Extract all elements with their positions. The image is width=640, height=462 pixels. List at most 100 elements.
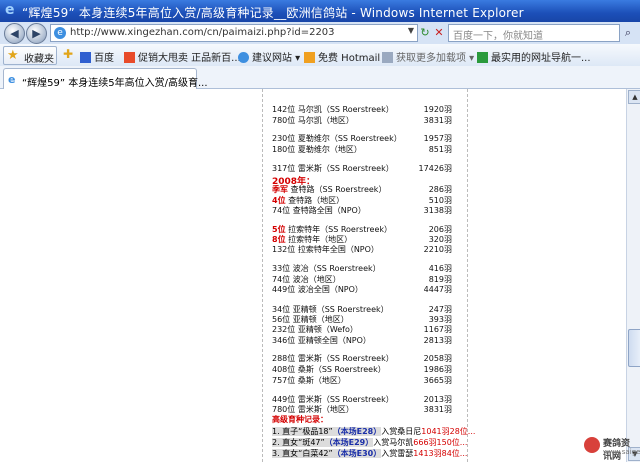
result-rank: 780位	[272, 405, 296, 414]
fav-item-nav[interactable]: 最实用的网址导航一...	[477, 49, 591, 64]
result-race: 亚精顿（SS Roerstreek）	[290, 305, 389, 314]
watermark-site: www.saige.com	[603, 448, 640, 456]
result-race: 桑斯（地区）	[295, 376, 346, 385]
result-row: 780位 马尔凯（地区） 3831羽	[272, 115, 452, 126]
watermark-logo: 赛鸽资讯网 www.saige.com	[584, 434, 640, 462]
result-rank: 5位	[272, 225, 286, 234]
address-dropdown-icon[interactable]: ▼	[408, 26, 414, 35]
result-race: 桑斯（SS Roerstreek）	[295, 365, 386, 374]
page-right-border	[467, 89, 468, 462]
shop-icon	[124, 52, 135, 63]
result-row: 232位 亚精顿（Wefo） 1167羽	[272, 324, 452, 335]
page-icon: e	[54, 27, 66, 39]
fav-item-baidu[interactable]: 百度	[80, 49, 114, 64]
result-race: 雷米斯（地区）	[295, 405, 354, 414]
result-rank: 780位	[272, 116, 296, 125]
result-rank: 56位	[272, 315, 291, 324]
breeding-ring: （本场E30）	[332, 449, 382, 458]
result-row: 408位 桑斯（SS Roerstreek） 1986羽	[272, 364, 452, 375]
breeding-bird: 3. 直女“白菜42”	[272, 449, 333, 458]
favorites-button[interactable]: ★ 收藏夹	[3, 46, 57, 65]
result-race: 亚精顿（地区）	[290, 315, 349, 324]
result-count: 1920羽	[423, 105, 452, 114]
result-rank: 346位	[272, 336, 296, 345]
result-race: 波冶全国（NPO）	[295, 285, 363, 294]
address-toolbar: ◀ ▶ e http://www.xingezhan.com/cn/paimai…	[0, 22, 640, 45]
result-race: 查特路全国（NPO）	[290, 206, 366, 215]
result-rank: 230位	[272, 134, 296, 143]
favorites-bar: ★ 收藏夹 ✚ 百度 促销大甩卖 正品新百... 建议网站 ▾ 免费 Hotma…	[0, 44, 640, 67]
result-count: 1957羽	[423, 134, 452, 143]
scroll-up-icon[interactable]: ▲	[628, 90, 640, 104]
result-row: 288位 雷米斯（SS Roerstreek） 2058羽	[272, 353, 452, 364]
result-rank: 408位	[272, 365, 296, 374]
refresh-icon[interactable]: ↻	[418, 26, 432, 40]
fav-item-shop[interactable]: 促销大甩卖 正品新百...	[124, 49, 241, 64]
ie-icon	[238, 52, 249, 63]
forward-arrow-icon: ▶	[32, 27, 41, 40]
result-rank: 142位	[272, 105, 296, 114]
result-race: 亚精顿全国（NPO）	[295, 336, 371, 345]
result-count: 4447羽	[423, 285, 452, 294]
tab-label: “辉煌59” 本身连续5年高位入赏/高级育...	[22, 78, 208, 89]
result-rank: 74位	[272, 275, 291, 284]
breeding-bird: 1. 直子“极品18”	[272, 427, 333, 436]
ie-logo-icon: e	[5, 2, 15, 18]
result-rank: 757位	[272, 376, 296, 385]
baidu-icon	[80, 52, 91, 63]
result-row: 142位 马尔凯（SS Roerstreek） 1920羽	[272, 104, 452, 115]
result-race: 波冶（SS Roerstreek）	[290, 264, 381, 273]
result-row: 季军 查特路（SS Roerstreek） 286羽	[272, 184, 452, 195]
result-count: 1986羽	[423, 365, 452, 374]
result-rank: 74位	[272, 206, 291, 215]
result-count: 3831羽	[423, 405, 452, 414]
result-count: 17426羽	[418, 164, 452, 173]
result-row: 180位 夏勒维尔（地区） 851羽	[272, 144, 452, 155]
result-row: 132位 拉索特年全国（NPO） 2210羽	[272, 244, 452, 255]
search-input[interactable]: 百度一下，你就知道	[448, 24, 620, 42]
breeding-result: 1413羽84位...	[413, 449, 468, 458]
result-rank: 449位	[272, 395, 296, 404]
result-count: 1167羽	[423, 325, 452, 334]
result-count: 2813羽	[423, 336, 452, 345]
result-count: 416羽	[428, 264, 452, 273]
page-content: 142位 马尔凯（SS Roerstreek） 1920羽 780位 马尔凯（地区）…	[0, 89, 626, 462]
search-icon[interactable]: ⌕	[621, 26, 635, 40]
result-rank: 34位	[272, 305, 291, 314]
result-rank: 317位	[272, 164, 296, 173]
window-title: “辉煌59” 本身连续5年高位入赏/高级育种记录__欧洲信鸽站 - Window…	[22, 6, 524, 20]
result-row: 346位 亚精顿全国（NPO） 2813羽	[272, 335, 452, 346]
result-rank: 4位	[272, 196, 286, 205]
breeding-ring: （本场E29）	[324, 438, 374, 447]
window-title-bar: e “辉煌59” 本身连续5年高位入赏/高级育种记录__欧洲信鸽站 - Wind…	[0, 0, 640, 22]
result-row: 449位 波冶全国（NPO） 4447羽	[272, 284, 452, 295]
address-field[interactable]: e http://www.xingezhan.com/cn/paimaizi.p…	[50, 24, 418, 42]
result-rank: 季军	[272, 185, 288, 194]
forward-button[interactable]: ▶	[26, 23, 47, 44]
result-race: 查特路（地区）	[285, 196, 345, 205]
scroll-thumb[interactable]	[628, 329, 640, 367]
result-rank: 180位	[272, 145, 296, 154]
back-button[interactable]: ◀	[4, 23, 25, 44]
result-rank: 288位	[272, 354, 296, 363]
vertical-scrollbar[interactable]: ▲ ▼	[626, 89, 640, 462]
result-row: 74位 查特路全国（NPO） 3138羽	[272, 205, 452, 216]
stop-icon[interactable]: ✕	[432, 26, 446, 40]
fav-item-hotmail[interactable]: 免费 Hotmail	[304, 49, 380, 64]
breeding-row: 3. 直女“白菜42”（本场E30）入赏雷瑟1413羽84位...	[272, 448, 467, 458]
breeding-race: 入赏马尔凯	[373, 438, 414, 447]
tab-current[interactable]: e “辉煌59” 本身连续5年高位入赏/高级育...	[3, 68, 208, 89]
breeding-race: 入赏桑日尼	[381, 427, 422, 436]
fav-item-suggested[interactable]: 建议网站 ▾	[238, 49, 300, 64]
add-favorites-icon[interactable]: ✚	[63, 47, 73, 61]
result-count: 286羽	[428, 185, 452, 194]
result-race: 拉索特年全国（NPO）	[295, 245, 379, 254]
fav-item-addons[interactable]: 获取更多加载项 ▾	[382, 49, 474, 64]
result-count: 3831羽	[423, 116, 452, 125]
hotmail-icon	[304, 52, 315, 63]
breeding-row: 2. 直女“斑47”（本场E29）入赏马尔凯666羽150位...	[272, 437, 467, 447]
result-count: 3665羽	[423, 376, 452, 385]
result-row: 230位 夏勒维尔（SS Roerstreek） 1957羽	[272, 133, 452, 144]
result-rank: 8位	[272, 235, 286, 244]
result-count: 2058羽	[423, 354, 452, 363]
